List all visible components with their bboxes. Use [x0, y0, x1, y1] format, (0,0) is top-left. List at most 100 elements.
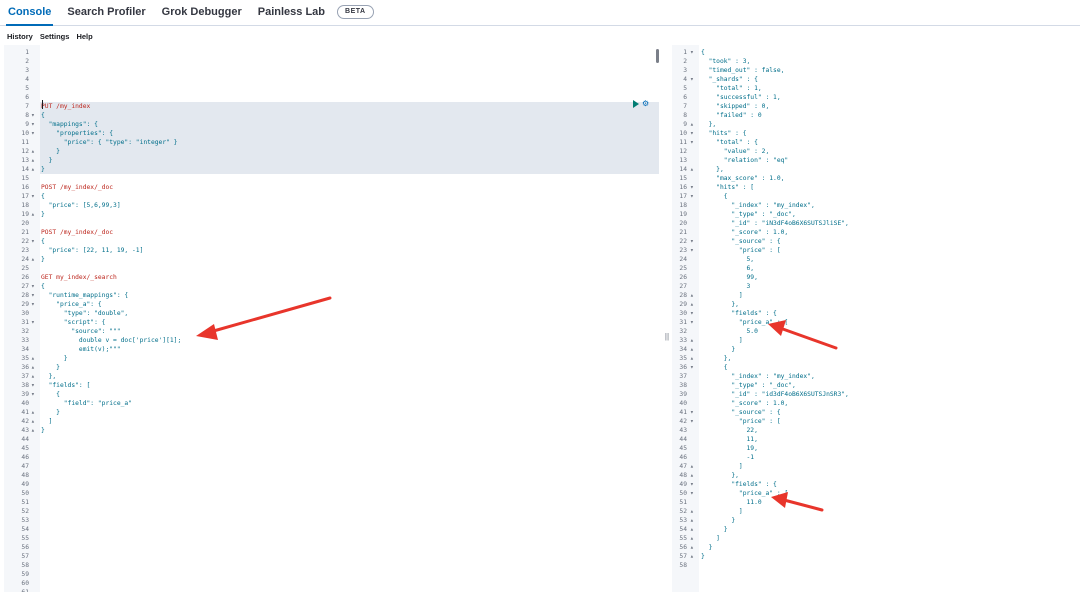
fold-close-icon[interactable]: ▴: [690, 534, 694, 543]
fold-close-icon[interactable]: ▴: [690, 345, 694, 354]
fold-open-icon[interactable]: ▾: [31, 282, 35, 291]
fold-close-icon[interactable]: ▴: [31, 417, 35, 426]
response-code: },: [701, 121, 717, 128]
fold-close-icon[interactable]: ▴: [690, 165, 694, 174]
tab-console[interactable]: Console: [0, 6, 59, 26]
fold-close-icon[interactable]: ▴: [31, 372, 35, 381]
fold-close-icon[interactable]: ▴: [690, 291, 694, 300]
fold-close-icon[interactable]: ▴: [690, 462, 694, 471]
request-line: 10 ▾ "properties": {: [4, 129, 663, 138]
response-code: 22,: [701, 427, 758, 434]
fold-close-icon[interactable]: ▴: [690, 300, 694, 309]
fold-close-icon[interactable]: ▴: [31, 255, 35, 264]
fold-close-icon[interactable]: ▴: [31, 408, 35, 417]
fold-open-icon[interactable]: ▾: [690, 237, 694, 246]
fold-open-icon[interactable]: ▾: [690, 129, 694, 138]
fold-close-icon[interactable]: ▴: [31, 426, 35, 435]
fold-open-icon[interactable]: ▾: [31, 318, 35, 327]
fold-open-icon[interactable]: ▾: [31, 120, 35, 129]
response-line: 51 11.0: [672, 498, 1080, 507]
line-number: 2: [683, 58, 687, 65]
fold-open-icon[interactable]: ▾: [690, 363, 694, 372]
selected-request-highlight: [40, 147, 659, 156]
line-number: 53: [21, 517, 29, 524]
request-editor[interactable]: 1 2 3 4 5 6 7 PUT /my_index 8 ▾{9 ▾ "mappings": {1…: [4, 45, 663, 592]
line-number: 58: [21, 562, 29, 569]
fold-open-icon[interactable]: ▾: [690, 138, 694, 147]
response-line: 54 ▴ }: [672, 525, 1080, 534]
response-code: "skipped" : 0,: [701, 103, 770, 110]
fold-open-icon[interactable]: ▾: [690, 489, 694, 498]
fold-open-icon[interactable]: ▾: [31, 300, 35, 309]
fold-open-icon[interactable]: ▾: [31, 192, 35, 201]
selected-request-highlight: [40, 120, 659, 129]
play-icon[interactable]: [633, 100, 639, 108]
line-number: 15: [21, 175, 29, 182]
line-number: 42: [679, 418, 687, 425]
fold-open-icon[interactable]: ▾: [690, 192, 694, 201]
fold-open-icon[interactable]: ▾: [31, 381, 35, 390]
fold-close-icon[interactable]: ▴: [690, 525, 694, 534]
fold-close-icon[interactable]: ▴: [31, 210, 35, 219]
request-line: 40 "field": "price_a": [4, 399, 663, 408]
fold-close-icon[interactable]: ▴: [690, 543, 694, 552]
line-number: 37: [679, 373, 687, 380]
request-scrollbar[interactable]: [656, 49, 659, 63]
fold-close-icon[interactable]: ▴: [690, 120, 694, 129]
fold-open-icon[interactable]: ▾: [31, 237, 35, 246]
fold-close-icon[interactable]: ▴: [31, 363, 35, 372]
tab-grok-debugger[interactable]: Grok Debugger: [154, 6, 250, 25]
fold-close-icon[interactable]: ▴: [31, 156, 35, 165]
fold-close-icon[interactable]: ▴: [690, 516, 694, 525]
line-number: 9: [25, 121, 29, 128]
tab-painless-lab[interactable]: Painless Lab: [250, 6, 333, 25]
fold-close-icon[interactable]: ▴: [31, 147, 35, 156]
fold-open-icon[interactable]: ▾: [690, 408, 694, 417]
fold-close-icon[interactable]: ▴: [31, 354, 35, 363]
fold-open-icon[interactable]: ▾: [690, 480, 694, 489]
line-number: 21: [679, 229, 687, 236]
history-button[interactable]: History: [0, 30, 33, 44]
line-number: 10: [21, 130, 29, 137]
resize-handle-icon[interactable]: ||: [664, 330, 670, 344]
settings-button[interactable]: Settings: [33, 30, 70, 44]
request-line: 29 ▾ "price_a": {: [4, 300, 663, 309]
fold-close-icon[interactable]: ▴: [690, 354, 694, 363]
response-line: 28 ▴ ]: [672, 291, 1080, 300]
fold-open-icon[interactable]: ▾: [690, 246, 694, 255]
fold-open-icon[interactable]: ▾: [690, 75, 694, 84]
panel-divider[interactable]: [664, 45, 672, 592]
line-number: 55: [21, 535, 29, 542]
line-number: 25: [679, 265, 687, 272]
fold-open-icon[interactable]: ▾: [31, 111, 35, 120]
fold-close-icon[interactable]: ▴: [31, 165, 35, 174]
fold-open-icon[interactable]: ▾: [690, 417, 694, 426]
request-line: 54: [4, 525, 663, 534]
fold-close-icon[interactable]: ▴: [690, 336, 694, 345]
fold-open-icon[interactable]: ▾: [690, 309, 694, 318]
request-code: }: [41, 364, 60, 371]
fold-close-icon[interactable]: ▴: [690, 471, 694, 480]
tab-search-profiler[interactable]: Search Profiler: [59, 6, 153, 25]
request-line: 33 double v = doc['price'][1];: [4, 336, 663, 345]
fold-open-icon[interactable]: ▾: [31, 129, 35, 138]
request-code: PUT /my_index: [41, 103, 91, 110]
response-line: 24 5,: [672, 255, 1080, 264]
response-code: -1: [701, 454, 755, 461]
line-number: 36: [21, 364, 29, 371]
response-viewer[interactable]: 1 ▾{2 "took" : 3, 3 "timed_out" : false, 4 ▾…: [672, 45, 1080, 592]
wrench-icon[interactable]: ⚙: [642, 100, 649, 108]
line-number: 43: [21, 427, 29, 434]
line-number: 36: [679, 364, 687, 371]
fold-close-icon[interactable]: ▴: [690, 507, 694, 516]
request-line: 25: [4, 264, 663, 273]
fold-open-icon[interactable]: ▾: [31, 390, 35, 399]
fold-open-icon[interactable]: ▾: [31, 291, 35, 300]
help-button[interactable]: Help: [69, 30, 92, 44]
fold-open-icon[interactable]: ▾: [690, 48, 694, 57]
fold-open-icon[interactable]: ▾: [690, 318, 694, 327]
line-number: 3: [25, 67, 29, 74]
line-number: 47: [679, 463, 687, 470]
fold-close-icon[interactable]: ▴: [690, 552, 694, 561]
fold-open-icon[interactable]: ▾: [690, 183, 694, 192]
